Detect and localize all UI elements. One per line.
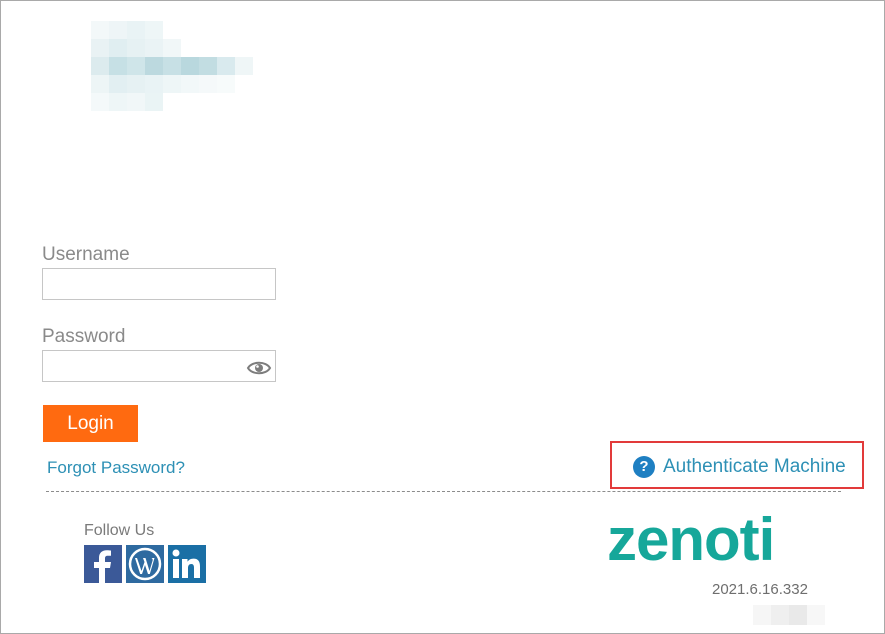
svg-text:zenoti: zenoti bbox=[607, 506, 774, 568]
wordpress-icon[interactable] bbox=[126, 545, 164, 583]
follow-us-label: Follow Us bbox=[84, 522, 155, 539]
login-button[interactable]: Login bbox=[43, 405, 138, 442]
version-number: 2021.6.16.332 bbox=[712, 581, 808, 598]
password-input[interactable] bbox=[42, 350, 276, 382]
username-label: Username bbox=[42, 244, 130, 265]
redacted-logo bbox=[91, 21, 253, 111]
username-input[interactable] bbox=[42, 268, 276, 300]
eye-icon[interactable] bbox=[246, 358, 272, 378]
password-label: Password bbox=[42, 326, 126, 347]
login-page: Username Password Login Forgot Password?… bbox=[0, 0, 885, 634]
divider bbox=[46, 491, 841, 492]
zenoti-logo: zenoti bbox=[607, 504, 819, 573]
facebook-icon[interactable] bbox=[84, 545, 122, 583]
forgot-password-link[interactable]: Forgot Password? bbox=[47, 458, 185, 478]
redacted-text bbox=[753, 605, 825, 625]
linkedin-icon[interactable] bbox=[168, 545, 206, 583]
authenticate-machine-link[interactable]: ? Authenticate Machine bbox=[633, 456, 846, 478]
authenticate-machine-label: Authenticate Machine bbox=[663, 456, 846, 477]
help-circle-icon: ? bbox=[633, 456, 655, 478]
